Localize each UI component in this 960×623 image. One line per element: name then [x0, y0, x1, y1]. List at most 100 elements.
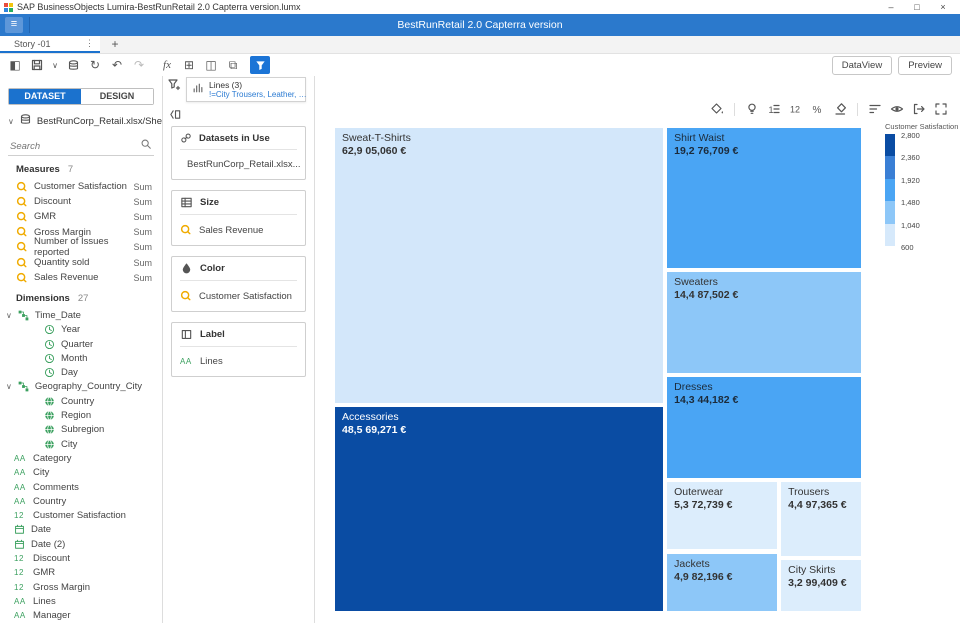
treemap-tile[interactable]: Accessories48,5 69,271 € [334, 406, 664, 612]
measures-label: Measures [16, 164, 60, 175]
formula-icon[interactable]: fx [158, 56, 176, 74]
tab-dataset[interactable]: DATASET [9, 89, 81, 104]
legend-label: 1,480 [901, 198, 920, 207]
add-tab-button[interactable]: + [100, 36, 130, 53]
collapse-sidebar-icon[interactable]: ◧ [6, 56, 24, 74]
numeric-dimension-icon: 12 [14, 511, 27, 520]
globe-icon [44, 410, 55, 421]
card-item[interactable]: BestRunCorp_Retail.xlsx... [180, 150, 297, 175]
measure-row[interactable]: Number of Issues reportedSum [0, 240, 162, 255]
dimension-child-row[interactable]: Year [0, 323, 162, 337]
svg-text:12: 12 [790, 105, 800, 115]
export-icon[interactable] [912, 102, 926, 116]
chart-builder-panel: Lines (3) !=City Trousers, Leather, Ov..… [163, 76, 315, 623]
dimension-row[interactable]: 12Discount [0, 551, 162, 565]
dimension-child-row[interactable]: Month [0, 351, 162, 365]
measure-row[interactable]: Sales RevenueSum [0, 270, 162, 285]
tab-story-01[interactable]: Story -01 ⋮ [0, 36, 100, 53]
dimension-name: GMR [33, 567, 55, 578]
card-title-label: Label [200, 329, 225, 340]
dimension-row[interactable]: AACategory [0, 451, 162, 465]
treemap-tile[interactable]: Sweaters14,4 87,502 € [666, 271, 862, 374]
dimension-child-row[interactable]: Subregion [0, 423, 162, 437]
legend-title: Customer Satisfaction [885, 122, 960, 131]
legend-label: 600 [901, 243, 914, 252]
globe-icon [44, 439, 55, 450]
undo-icon[interactable]: ↶ [108, 56, 126, 74]
treemap-tile[interactable]: Trousers4,4 97,365 € [780, 481, 862, 557]
card-item[interactable]: Sales Revenue [180, 215, 297, 241]
dimension-child-row[interactable]: Region [0, 408, 162, 422]
measures-count: 7 [68, 164, 73, 175]
dimension-name: Year [61, 324, 80, 335]
treemap-tile[interactable]: Shirt Waist19,2 76,709 € [666, 127, 862, 269]
show-hide-icon[interactable] [890, 102, 904, 116]
rank-icon[interactable]: 1 [767, 102, 781, 116]
save-icon[interactable] [28, 56, 46, 74]
search-input[interactable] [8, 139, 154, 155]
toolbar-separator [857, 103, 858, 116]
measure-row[interactable]: Quantity soldSum [0, 255, 162, 270]
split-view-icon[interactable]: ◫ [202, 56, 220, 74]
add-view-icon[interactable]: ⊞ [180, 56, 198, 74]
treemap-tile[interactable]: Jackets4,9 82,196 € [666, 553, 778, 612]
minimize-button[interactable]: – [878, 2, 904, 12]
tab-menu-icon[interactable]: ⋮ [85, 38, 94, 49]
dimension-child-row[interactable]: Quarter [0, 337, 162, 351]
percentage-icon[interactable]: % [811, 102, 825, 116]
dimension-hierarchy-row[interactable]: ∨Geography_Country_City [0, 380, 162, 394]
dimension-row[interactable]: AAComments [0, 480, 162, 494]
aggregation-label: Sum [133, 227, 162, 237]
dimension-row[interactable]: 12Gross Margin [0, 580, 162, 594]
dimension-child-row[interactable]: Day [0, 366, 162, 380]
save-options-chevron-icon[interactable]: ∨ [50, 56, 60, 74]
close-button[interactable]: × [930, 2, 956, 12]
chevron-down-icon[interactable]: ∨ [6, 382, 12, 391]
add-filter-button[interactable] [167, 77, 181, 96]
dimension-row[interactable]: 12Customer Satisfaction [0, 508, 162, 522]
dataview-button[interactable]: DataView [832, 56, 893, 75]
fill-format-icon[interactable] [710, 102, 724, 116]
dimension-row[interactable]: AACountry [0, 494, 162, 508]
maximize-button[interactable]: □ [904, 2, 930, 12]
treemap-tile[interactable]: Sweat-T-Shirts62,9 05,060 € [334, 127, 664, 404]
filter-chip-lines[interactable]: Lines (3) !=City Trousers, Leather, Ov..… [186, 77, 306, 102]
treemap-tile[interactable]: Dresses14,3 44,182 € [666, 376, 862, 479]
refresh-dataset-icon[interactable] [64, 56, 82, 74]
sort-icon[interactable] [868, 102, 882, 116]
refresh-icon[interactable]: ↻ [86, 56, 104, 74]
chevron-down-icon[interactable]: ∨ [6, 311, 12, 320]
tab-design[interactable]: DESIGN [81, 89, 153, 104]
dimension-row[interactable]: Date [0, 523, 162, 537]
smart-insights-icon[interactable] [745, 102, 759, 116]
filter-icon[interactable] [250, 56, 270, 74]
text-dimension-icon: AA [14, 483, 27, 492]
dimension-hierarchy-row[interactable]: ∨Time_Date [0, 308, 162, 322]
dimension-child-row[interactable]: City [0, 437, 162, 451]
card-item-label: Customer Satisfaction [199, 291, 292, 302]
dataset-row[interactable]: ∨ BestRunCorp_Retail.xlsx/Sheet1 [0, 105, 162, 129]
dimension-row[interactable]: AAManager [0, 609, 162, 623]
clock-icon [44, 367, 55, 378]
measure-row[interactable]: Customer SatisfactionSum [0, 179, 162, 194]
measure-row[interactable]: DiscountSum [0, 194, 162, 209]
card-item[interactable]: AALines [180, 347, 297, 372]
dimension-row[interactable]: AACity [0, 466, 162, 480]
clear-format-icon[interactable] [833, 102, 847, 116]
dimension-child-row[interactable]: Country [0, 394, 162, 408]
maximize-icon[interactable] [934, 102, 948, 116]
collapse-panel-button[interactable] [169, 108, 314, 122]
dimension-name: Country [33, 496, 66, 507]
dimension-row[interactable]: 12GMR [0, 566, 162, 580]
measure-icon [16, 196, 28, 208]
treemap-tile[interactable]: Outerwear5,3 72,739 € [666, 481, 778, 550]
dimension-row[interactable]: Date (2) [0, 537, 162, 551]
dimension-row[interactable]: AALines [0, 594, 162, 608]
duplicate-icon[interactable]: ⧉ [224, 56, 242, 74]
measure-row[interactable]: GMRSum [0, 209, 162, 224]
preview-button[interactable]: Preview [898, 56, 952, 75]
treemap-tile[interactable]: City Skirts3,2 99,409 € [780, 559, 862, 612]
redo-icon[interactable]: ↷ [130, 56, 148, 74]
number-format-icon[interactable]: 12 [789, 102, 803, 116]
card-item[interactable]: Customer Satisfaction [180, 281, 297, 307]
